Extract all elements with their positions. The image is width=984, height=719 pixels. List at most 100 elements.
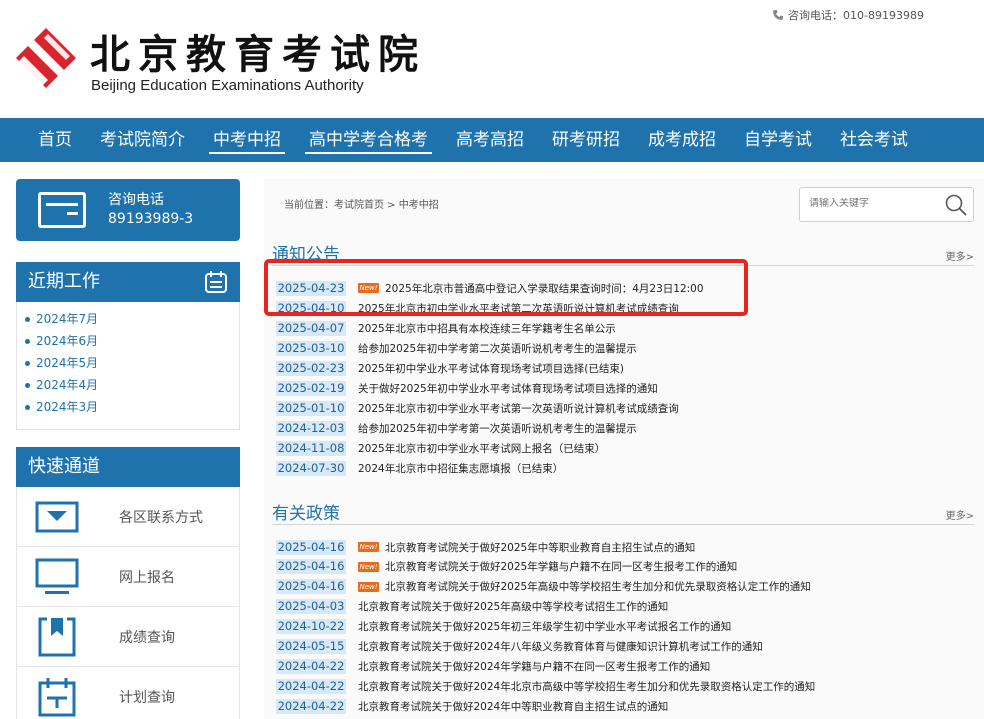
id-card-icon: [38, 192, 86, 228]
policies-title: 有关政策: [272, 504, 340, 524]
news-date: 2024-12-03: [276, 421, 346, 437]
calendar-icon: [205, 271, 227, 293]
recent-work-title: 近期工作: [28, 271, 100, 292]
hotline-text: 咨询电话：010-89193989: [788, 9, 924, 22]
news-date: 2025-04-16: [276, 539, 346, 555]
policies-divider: [272, 524, 974, 525]
nav-item-zixue[interactable]: 自学考试: [730, 118, 826, 162]
logo-english-name: Beijing Education Examinations Authority: [91, 77, 364, 94]
news-row[interactable]: 2025-04-16 New! 北京教育考试院关于做好2025年高级中等学校招生考生…: [276, 577, 811, 597]
news-row[interactable]: 2025-04-07 2025年北京市中招具有本校连续三年学籍考生名单公示: [276, 318, 616, 338]
quick-channel-title: 快速通道: [16, 447, 240, 487]
search-icon[interactable]: [944, 193, 968, 217]
news-row[interactable]: 2024-10-22 北京教育考试院关于做好2025年初三年级学生初中学业水平考试…: [276, 617, 731, 637]
news-title-link[interactable]: 北京教育考试院关于做好2025年初三年级学生初中学业水平考试报名工作的通知: [358, 619, 731, 634]
news-title-link[interactable]: 北京教育考试院关于做好2024年北京市高级中等学校招生考生加分和优先录取资格认定…: [358, 679, 815, 694]
news-title-link[interactable]: 2024年北京市中招征集志愿填报（已结束）: [358, 461, 563, 476]
monitor-icon: [35, 558, 79, 594]
news-title-link[interactable]: 2025年北京市初中学业水平考试网上报名（已结束）: [358, 441, 605, 456]
main-nav: 首页 考试院简介 中考中招 高中学考合格考 高考高招 研考研招 成考成招 自学考…: [0, 118, 984, 162]
quick-channel-panel: 快速通道 各区联系方式 网上报名 成绩查询 计划查询: [16, 447, 240, 719]
calendar-icon: [38, 677, 76, 716]
recent-item[interactable]: 2024年6月: [25, 330, 239, 352]
logo-chinese-name[interactable]: 北京教育考试院: [90, 22, 426, 80]
news-title-link[interactable]: 2025年北京市初中学业水平考试第一次英语听说计算机考试成绩查询: [358, 401, 679, 416]
highlight-box: [264, 259, 748, 316]
news-row[interactable]: 2025-02-19 关于做好2025年初中学业水平考试体育现场考试项目选择的通知: [276, 379, 658, 399]
news-title-link[interactable]: 北京教育考试院关于做好2025年中等职业教育自主招生试点的通知: [385, 540, 695, 555]
search-box: [799, 187, 974, 222]
consult-hotline-card[interactable]: 咨询电话 89193989-3: [16, 179, 240, 241]
quick-item-online-registration[interactable]: 网上报名: [16, 547, 240, 607]
recent-work-panel: 近期工作 2024年7月 2024年6月 2024年5月 2024年4月 202…: [16, 262, 240, 430]
news-row[interactable]: 2024-04-22 北京教育考试院关于做好2024年学籍与户籍不在同一区考生报考…: [276, 657, 710, 677]
news-title-link[interactable]: 给参加2025年初中学考第一次英语听说机考考生的温馨提示: [358, 421, 637, 436]
notices-more-link[interactable]: 更多>: [946, 248, 974, 263]
news-title-link[interactable]: 北京教育考试院关于做好2025年学籍与户籍不在同一区考生报考工作的通知: [385, 559, 737, 574]
search-input[interactable]: [809, 198, 929, 209]
breadcrumb: 当前位置：考试院首页 > 中考中招: [284, 200, 439, 211]
quick-item-score-query[interactable]: 成绩查询: [16, 607, 240, 667]
news-row[interactable]: 2024-11-08 2025年北京市初中学业水平考试网上报名（已结束）: [276, 439, 605, 459]
nav-item-yankao[interactable]: 研考研招: [538, 118, 634, 162]
news-date: 2025-04-07: [276, 320, 346, 336]
news-row[interactable]: 2024-07-30 2024年北京市中招征集志愿填报（已结束）: [276, 459, 563, 479]
news-row[interactable]: 2024-05-15 北京教育考试院关于做好2024年八年级义务教育体育与健康知识…: [276, 637, 763, 657]
nav-item-chengkao[interactable]: 成考成招: [634, 118, 730, 162]
new-badge: New!: [358, 561, 379, 572]
new-badge: New!: [358, 542, 379, 552]
news-date: 2024-04-22: [276, 659, 346, 675]
news-title-link[interactable]: 给参加2025年初中学考第二次英语听说机考考生的温馨提示: [358, 341, 637, 356]
news-title-link[interactable]: 2025年北京市中招具有本校连续三年学籍考生名单公示: [358, 321, 616, 336]
news-date: 2024-11-08: [276, 441, 346, 457]
news-date: 2024-04-22: [276, 679, 346, 695]
news-date: 2024-10-22: [276, 619, 346, 635]
authority-logo-icon[interactable]: [14, 26, 78, 90]
envelope-icon: [35, 501, 79, 532]
news-title-link[interactable]: 2025年初中学业水平考试体育现场考试项目选择(已结束): [358, 361, 624, 376]
nav-item-shehui[interactable]: 社会考试: [826, 118, 922, 162]
quick-item-plan-query[interactable]: 计划查询: [16, 667, 240, 719]
news-title-link[interactable]: 北京教育考试院关于做好2024年学籍与户籍不在同一区考生报考工作的通知: [358, 659, 710, 674]
new-badge: New!: [358, 581, 379, 592]
news-date: 2025-03-10: [276, 340, 346, 356]
news-title-link[interactable]: 北京教育考试院关于做好2024年中等职业教育自主招生试点的通知: [358, 699, 668, 714]
consult-number: 89193989-3: [108, 211, 194, 227]
nav-item-about[interactable]: 考试院简介: [86, 118, 199, 162]
news-date: 2024-07-30: [276, 461, 346, 477]
nav-item-zhongkao[interactable]: 中考中招: [199, 118, 295, 162]
news-date: 2025-04-03: [276, 599, 346, 615]
news-date: 2025-02-19: [276, 381, 346, 396]
hotline: 咨询电话：010-89193989: [772, 7, 924, 23]
nav-item-xuekao[interactable]: 高中学考合格考: [295, 118, 442, 162]
recent-item[interactable]: 2024年4月: [25, 374, 239, 396]
recent-item[interactable]: 2024年5月: [25, 352, 239, 374]
news-date: 2025-04-16: [276, 579, 346, 595]
news-row[interactable]: 2024-04-22 北京教育考试院关于做好2024年北京市高级中等学校招生考生加…: [276, 677, 815, 697]
news-row[interactable]: 2024-04-22 北京教育考试院关于做好2024年中等职业教育自主招生试点的通…: [276, 697, 668, 717]
quick-item-district-contacts[interactable]: 各区联系方式: [16, 487, 240, 547]
news-date: 2025-02-23: [276, 360, 346, 376]
news-row[interactable]: 2025-02-23 2025年初中学业水平考试体育现场考试项目选择(已结束): [276, 358, 624, 378]
news-row[interactable]: 2025-04-16 New! 北京教育考试院关于做好2025年学籍与户籍不在同一区…: [276, 557, 737, 577]
news-row[interactable]: 2025-01-10 2025年北京市初中学业水平考试第一次英语听说计算机考试成绩…: [276, 399, 679, 419]
news-title-link[interactable]: 北京教育考试院关于做好2025年高级中等学校考试招生工作的通知: [358, 599, 668, 614]
nav-item-gaokao[interactable]: 高考高招: [442, 118, 538, 162]
news-date: 2025-01-10: [276, 401, 346, 417]
news-title-link[interactable]: 北京教育考试院关于做好2025年高级中等学校招生考生加分和优先录取资格认定工作的…: [385, 579, 811, 594]
news-row[interactable]: 2025-03-10 给参加2025年初中学考第二次英语听说机考考生的温馨提示: [276, 338, 637, 358]
consult-label: 咨询电话: [108, 192, 164, 208]
policies-more-link[interactable]: 更多>: [946, 507, 974, 522]
news-title-link[interactable]: 关于做好2025年初中学业水平考试体育现场考试项目选择的通知: [358, 381, 658, 396]
site-header: 咨询电话：010-89193989 北京教育考试院 Beijing Educat…: [0, 0, 984, 118]
news-row[interactable]: 2025-04-03 北京教育考试院关于做好2025年高级中等学校考试招生工作的通…: [276, 597, 668, 617]
recent-item[interactable]: 2024年3月: [25, 396, 239, 418]
news-date: 2024-05-15: [276, 639, 346, 655]
nav-item-home[interactable]: 首页: [24, 118, 86, 162]
news-row[interactable]: 2025-04-16 New! 北京教育考试院关于做好2025年中等职业教育自主招生…: [276, 537, 695, 557]
news-row[interactable]: 2024-12-03 给参加2025年初中学考第一次英语听说机考考生的温馨提示: [276, 419, 637, 439]
phone-icon: [773, 10, 784, 20]
recent-item[interactable]: 2024年7月: [25, 308, 239, 330]
news-date: 2025-04-16: [276, 559, 346, 575]
news-title-link[interactable]: 北京教育考试院关于做好2024年八年级义务教育体育与健康知识计算机考试工作的通知: [358, 639, 763, 654]
